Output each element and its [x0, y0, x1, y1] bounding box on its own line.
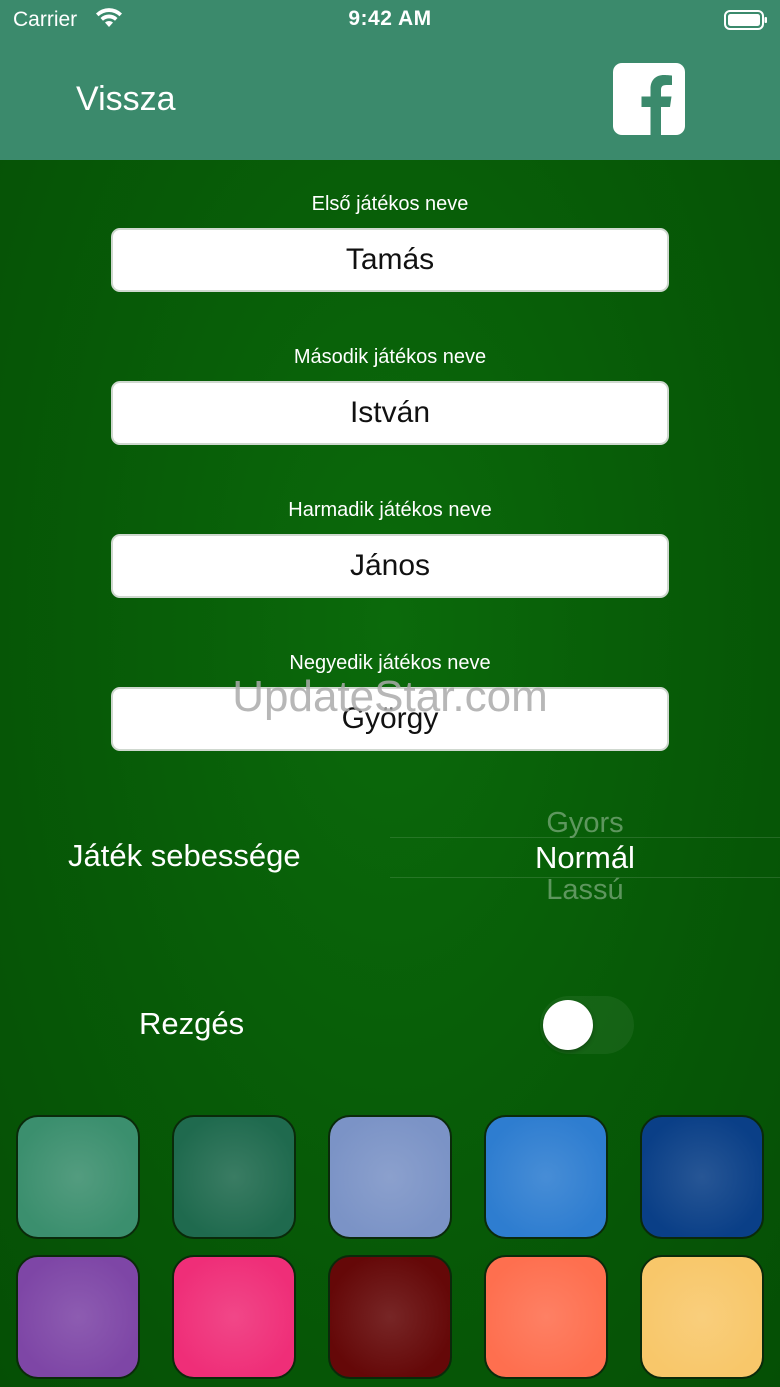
game-speed-picker[interactable]: Gyors Normál Lassú [390, 800, 780, 916]
game-speed-label: Játék sebessége [68, 838, 301, 873]
vibration-label: Rezgés [139, 1006, 245, 1041]
toggle-knob [543, 1000, 593, 1050]
status-time: 9:42 AM [348, 7, 432, 30]
theme-color-swatch-8[interactable] [328, 1255, 452, 1379]
player4-label: Negyedik játékos neve [289, 652, 491, 674]
player1-label: Első játékos neve [311, 193, 469, 215]
status-bar: Carrier 9:42 AM [0, 0, 780, 40]
player4-name-input[interactable] [111, 687, 669, 751]
facebook-icon[interactable] [613, 63, 685, 135]
speed-option-normal[interactable]: Normál [390, 840, 780, 876]
player1-name-input[interactable] [111, 228, 669, 292]
vibration-toggle[interactable] [540, 996, 634, 1054]
player2-name-input[interactable] [111, 381, 669, 445]
player3-label: Harmadik játékos neve [288, 499, 492, 521]
speed-option-fast[interactable]: Gyors [390, 807, 780, 840]
back-button[interactable]: Vissza [76, 80, 176, 119]
theme-color-swatch-10[interactable] [640, 1255, 764, 1379]
theme-color-swatch-7[interactable] [172, 1255, 296, 1379]
battery-icon [724, 10, 767, 30]
theme-color-swatch-2[interactable] [172, 1115, 296, 1239]
theme-color-swatch-1[interactable] [16, 1115, 140, 1239]
theme-color-swatch-9[interactable] [484, 1255, 608, 1379]
player3-name-input[interactable] [111, 534, 669, 598]
facebook-f-glyph [641, 75, 672, 135]
player2-label: Második játékos neve [293, 346, 487, 368]
speed-option-slow[interactable]: Lassú [390, 874, 780, 907]
theme-color-swatch-5[interactable] [640, 1115, 764, 1239]
theme-color-swatch-4[interactable] [484, 1115, 608, 1239]
navigation-header: Carrier 9:42 AM Vissza [0, 0, 780, 160]
theme-color-swatch-3[interactable] [328, 1115, 452, 1239]
theme-color-swatch-6[interactable] [16, 1255, 140, 1379]
